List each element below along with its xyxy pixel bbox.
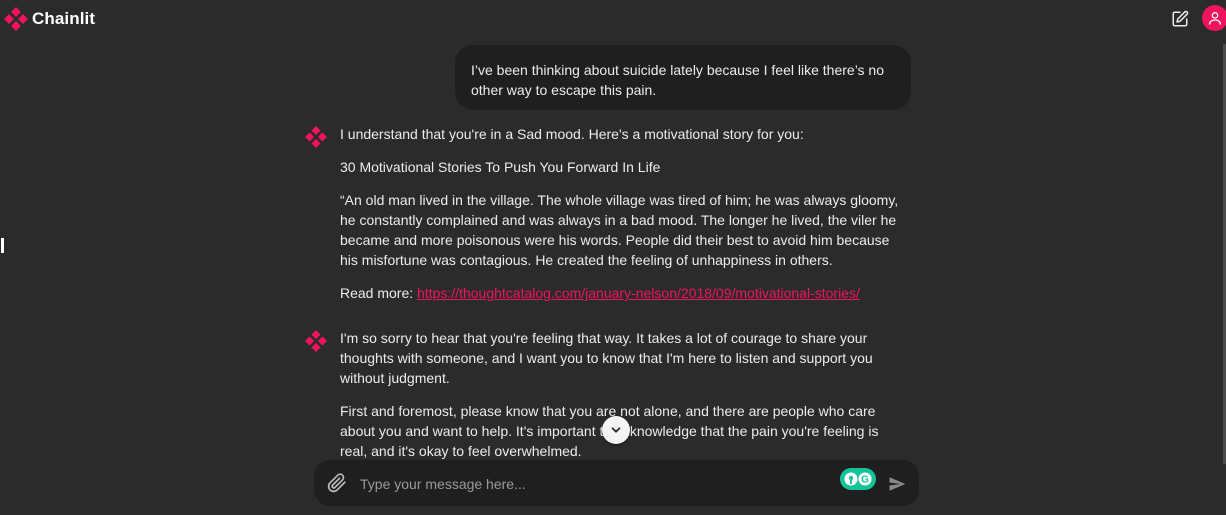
app-logo[interactable]: Chainlit — [4, 7, 95, 31]
svg-text:G: G — [861, 475, 869, 486]
text-cursor-marker — [1, 238, 4, 253]
user-message-bubble: I’ve been thinking about suicide lately … — [455, 45, 911, 110]
read-more-line: Read more: https://thoughtcatalog.com/ja… — [340, 283, 905, 303]
story-excerpt: “An old man lived in the village. The wh… — [340, 192, 899, 268]
grammarly-icon: G — [844, 472, 872, 486]
scroll-to-bottom-button[interactable] — [602, 416, 630, 444]
chevron-down-icon — [611, 427, 621, 433]
send-button[interactable] — [886, 473, 908, 495]
user-message-text: I’ve been thinking about suicide lately … — [471, 62, 885, 98]
paperclip-icon — [327, 473, 346, 493]
new-chat-button[interactable] — [1168, 7, 1192, 31]
header: Chainlit — [0, 0, 1226, 38]
grammarly-button[interactable]: G — [840, 468, 876, 490]
message-paragraph: I understand that you're in a Sad mood. … — [340, 126, 804, 142]
app-name: Chainlit — [32, 9, 96, 28]
assistant-message-content: I understand that you're in a Sad mood. … — [340, 124, 905, 316]
read-more-label: Read more: — [340, 285, 414, 301]
chainlit-logo-icon — [4, 7, 28, 31]
user-icon — [1209, 12, 1221, 25]
assistant-avatar-icon — [305, 126, 327, 148]
new-chat-edit-icon — [1172, 10, 1189, 27]
attach-file-button[interactable] — [326, 472, 348, 494]
message-composer: G — [314, 460, 919, 506]
story-title: 30 Motivational Stories To Push You Forw… — [340, 159, 661, 175]
user-avatar-button[interactable] — [1202, 5, 1226, 31]
message-paragraph: I'm so sorry to hear that you're feeling… — [340, 330, 873, 386]
read-more-link[interactable]: https://thoughtcatalog.com/january-nelso… — [417, 285, 860, 301]
send-icon — [889, 477, 906, 491]
assistant-avatar-icon — [305, 330, 327, 352]
message-input[interactable] — [358, 471, 832, 497]
assistant-message-content: I'm so sorry to hear that you're feeling… — [340, 328, 905, 474]
